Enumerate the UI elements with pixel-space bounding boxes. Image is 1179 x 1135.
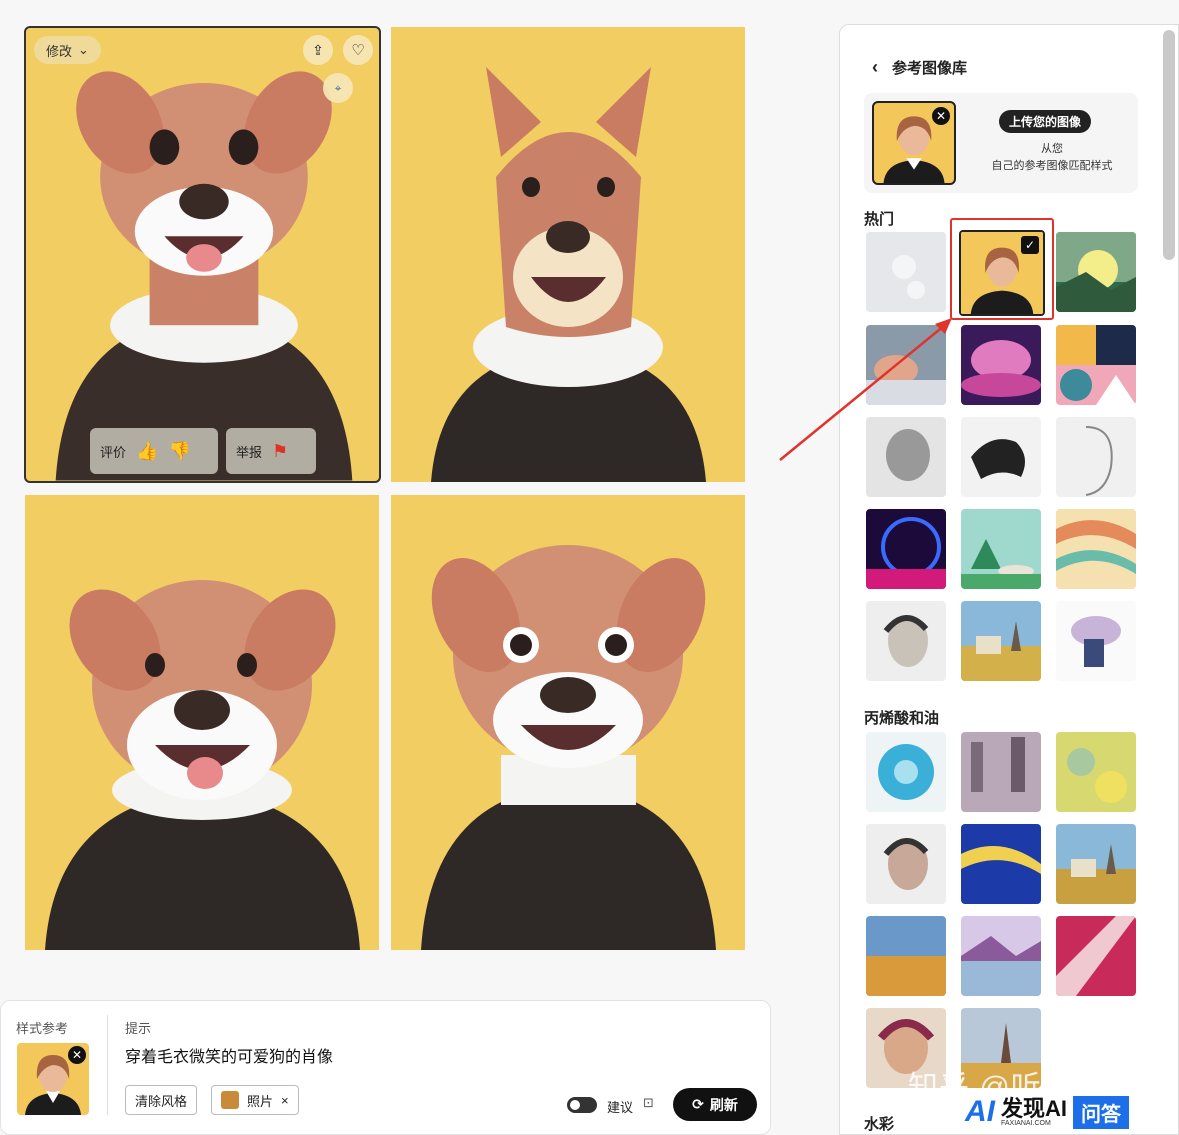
style-thumb-neon[interactable] [866, 509, 946, 589]
generated-image-1[interactable]: 修改 ⌄ ⇪ ♡ ⌖ 评价 👍 👎 举报 ⚑ [24, 26, 381, 483]
style-thumb-clouds[interactable] [961, 325, 1041, 405]
style-thumb-horse[interactable] [961, 417, 1041, 497]
section-acrylic: 丙烯酸和油 [864, 710, 940, 727]
photo-chip-label: 照片 [247, 1093, 274, 1109]
style-thumb-train[interactable] [1056, 601, 1136, 681]
qa-badge: 问答 [1073, 1095, 1130, 1129]
style-thumb-woman-sketch[interactable] [866, 601, 946, 681]
heart-icon: ♡ [351, 42, 365, 59]
chevron-down-icon: ⌄ [78, 42, 89, 57]
prompt-bar: 样式参考 ✕ 提示 穿着毛衣微笑的可爱狗的肖像 清除风格 照片 × 建议 ⊡ ⟳… [0, 1000, 771, 1135]
section-popular: 热门 [864, 211, 895, 228]
style-thumb-blue-abstract[interactable] [961, 824, 1041, 904]
dog-illustration [45, 580, 360, 950]
remove-style-ref-icon[interactable]: ✕ [68, 1046, 86, 1064]
flag-icon: ⚑ [272, 440, 289, 461]
info-icon[interactable]: ⊡ [643, 1095, 654, 1111]
photo-chip[interactable]: 照片 × [211, 1085, 299, 1115]
refresh-icon: ⟳ [692, 1096, 704, 1112]
rate-label: 评价 [100, 444, 127, 460]
chevron-left-icon[interactable]: ‹ [872, 57, 878, 78]
style-thumb-waves[interactable] [1056, 509, 1136, 589]
generated-image-3[interactable] [25, 495, 379, 950]
thumbs-down-icon[interactable]: 👎 [168, 441, 190, 462]
share-button[interactable]: ⇪ [303, 35, 333, 65]
style-thumb-abstract-yellow[interactable] [1056, 732, 1136, 812]
scan-icon: ⌖ [334, 80, 342, 95]
upload-description: 从您 自己的参考图像匹配样式 [974, 141, 1130, 175]
refresh-label: 刷新 [709, 1096, 738, 1113]
style-thumb-city-rain[interactable] [961, 732, 1041, 812]
reference-library-panel: ‹ 参考图像库 ✕ 上传您的图像 从您 自己的参考图像匹配样式 热门 ✓ 丙烯酸… [839, 24, 1179, 1135]
annotation-arrow [779, 318, 952, 461]
style-thumb-woman-paint[interactable] [866, 824, 946, 904]
remove-upload-icon[interactable]: ✕ [932, 107, 950, 125]
rate-box: 评价 👍 👎 [90, 428, 218, 474]
refresh-button[interactable]: ⟳ 刷新 [673, 1088, 757, 1121]
brand-sub: FAXIANAI.COM [1001, 1119, 1051, 1127]
suggest-label: 建议 [607, 1100, 634, 1115]
prompt-text[interactable]: 穿着毛衣微笑的可爱狗的肖像 [125, 1043, 333, 1067]
style-thumb-swirl[interactable] [866, 732, 946, 812]
style-thumb-sunset[interactable] [1056, 232, 1136, 312]
divider [107, 1015, 108, 1115]
generated-image-2[interactable] [391, 27, 745, 482]
style-thumb-3d-scene[interactable] [961, 509, 1041, 589]
app-canvas: 修改 ⌄ ⇪ ♡ ⌖ 评价 👍 👎 举报 ⚑ ‹ 参考图像库 ✕ 上传您的图像 … [0, 0, 1179, 1135]
upload-card: ✕ 上传您的图像 从您 自己的参考图像匹配样式 [864, 93, 1138, 193]
edit-label: 修改 [46, 43, 73, 59]
close-icon[interactable]: × [281, 1093, 289, 1108]
style-thumb-sketch[interactable] [1056, 417, 1136, 497]
share-icon: ⇪ [312, 41, 324, 58]
photo-icon [221, 1091, 239, 1109]
clear-style-button[interactable]: 清除风格 [125, 1085, 198, 1115]
dog-illustration [431, 67, 706, 482]
hint-label: 提示 [125, 1021, 152, 1036]
style-thumb-field[interactable] [866, 916, 946, 996]
suggest-toggle[interactable] [567, 1097, 597, 1113]
ai-logo-icon: AI [965, 1095, 995, 1128]
style-ref-label: 样式参考 [16, 1021, 69, 1036]
report-label: 举报 [236, 444, 263, 460]
upload-button[interactable]: 上传您的图像 [999, 110, 1092, 133]
panel-title: 参考图像库 [892, 60, 968, 77]
uploaded-image[interactable]: ✕ [872, 101, 956, 185]
panel-header: ‹ 参考图像库 [872, 57, 967, 78]
scan-button[interactable]: ⌖ [323, 73, 353, 103]
generated-image-4[interactable] [391, 495, 745, 950]
style-thumb-geometric[interactable] [1056, 325, 1136, 405]
edit-dropdown[interactable]: 修改 ⌄ [34, 36, 101, 64]
dog-illustration [421, 545, 716, 950]
report-button[interactable]: 举报 ⚑ [226, 428, 316, 474]
style-thumb-lake[interactable] [961, 916, 1041, 996]
upload-desc-line1: 从您 [1041, 143, 1063, 155]
thumbs-up-icon[interactable]: 👍 [136, 441, 158, 462]
style-thumb-windmill-oil[interactable] [1056, 824, 1136, 904]
style-ref-thumb[interactable]: ✕ [17, 1043, 89, 1115]
style-thumb-red-stripes[interactable] [1056, 916, 1136, 996]
panel-scrollbar[interactable] [1163, 30, 1175, 260]
brand-logo: AI 发现AI FAXIANAI.COM 问答 [965, 1092, 1130, 1132]
brand-name: 发现AI [1001, 1095, 1068, 1121]
upload-desc-line2: 自己的参考图像匹配样式 [991, 160, 1113, 172]
section-watercolor: 水彩 [864, 1116, 895, 1133]
favorite-button[interactable]: ♡ [343, 35, 373, 65]
style-thumb-windmill[interactable] [961, 601, 1041, 681]
